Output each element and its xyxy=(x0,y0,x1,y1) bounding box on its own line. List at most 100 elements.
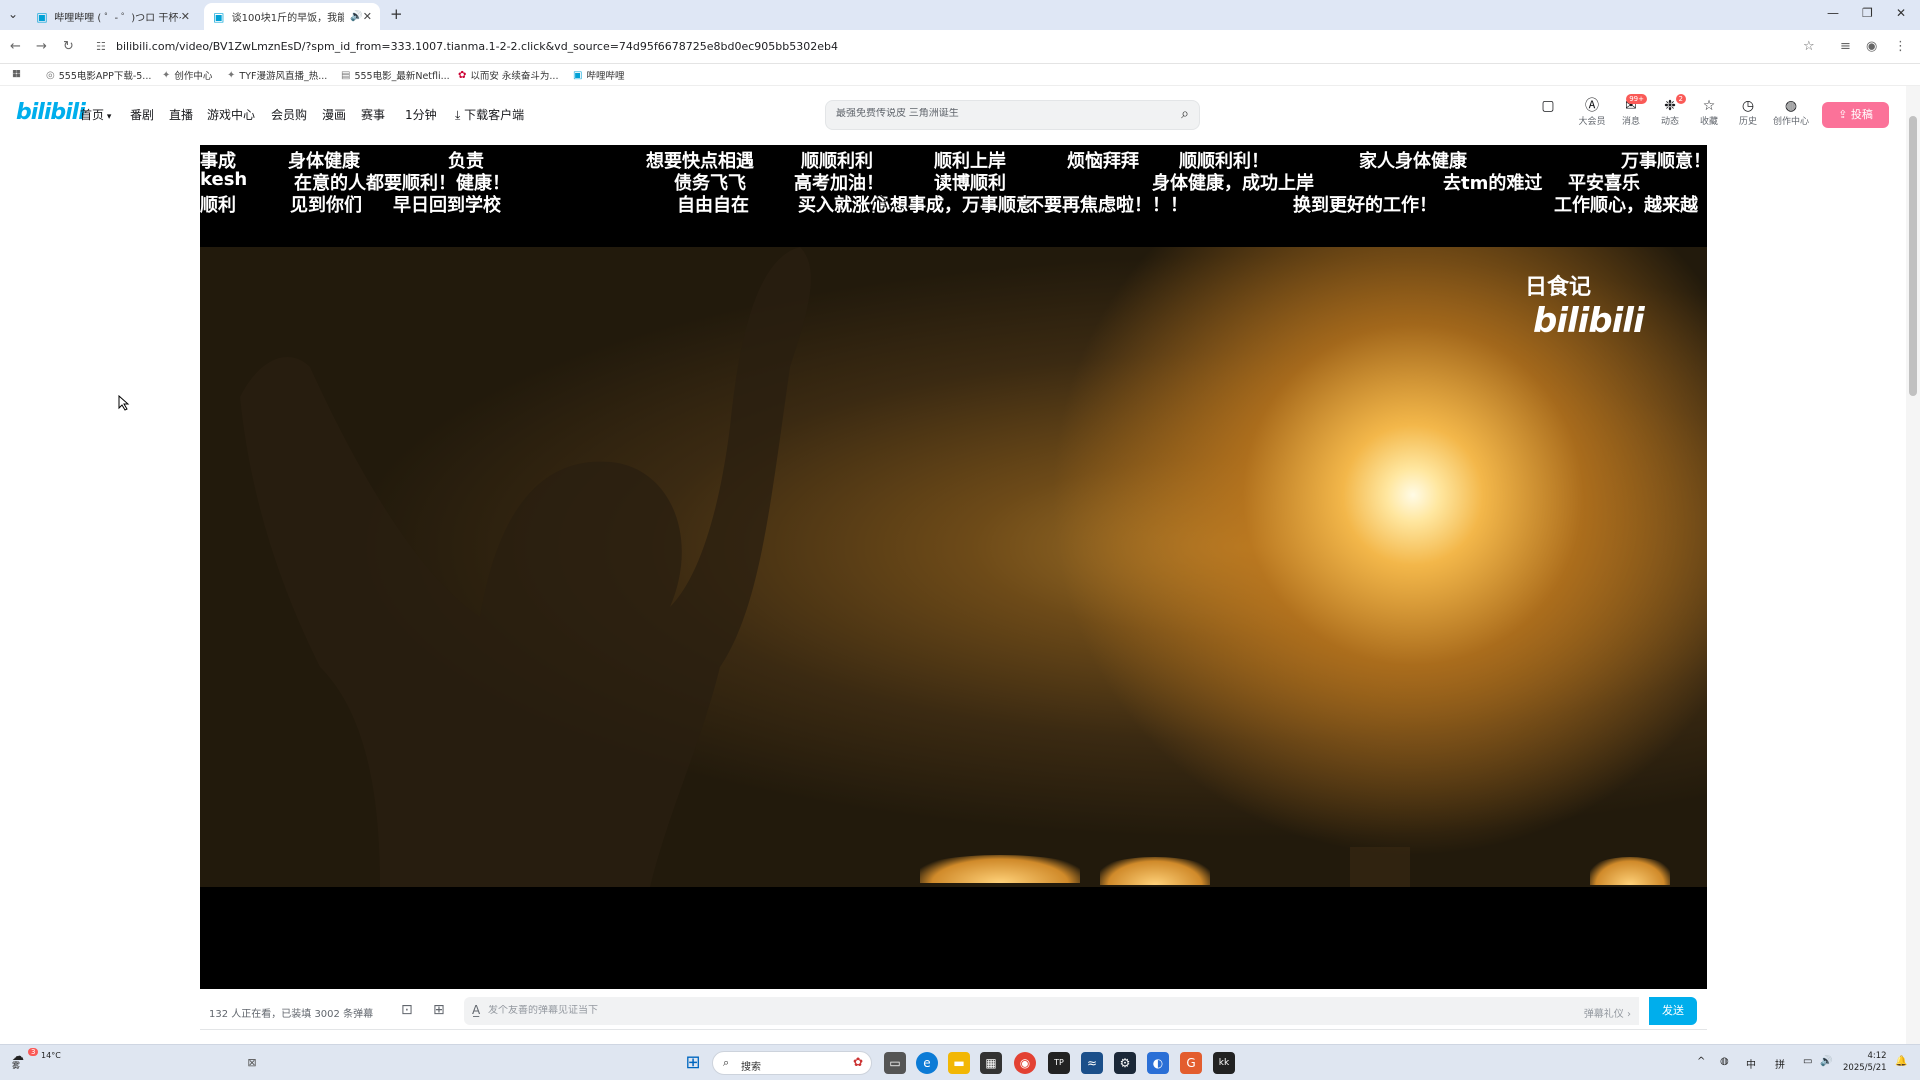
danmaku-input[interactable] xyxy=(488,1005,1348,1016)
browser-tab-bilibili-home[interactable]: ▣ 哔哩哔哩 ( ゜- ゜)つロ 干杯~-bi ✕ xyxy=(28,3,198,30)
ime-language-indicator[interactable]: 中 xyxy=(1746,1056,1756,1071)
profile-icon[interactable]: ◉ xyxy=(1866,39,1877,54)
star-icon: ☆ xyxy=(1702,98,1716,114)
menu-kebab-icon[interactable]: ⋮ xyxy=(1894,39,1907,54)
system-clock[interactable]: 4:12 2025/5/21 xyxy=(1843,1050,1887,1074)
header-favorites[interactable]: ☆ 收藏 xyxy=(1691,98,1727,127)
danmaku-etiquette-link[interactable]: 弹幕礼仪 › xyxy=(1584,1005,1631,1020)
tab-list-chevron-icon[interactable]: ⌄ xyxy=(8,7,18,21)
header-history[interactable]: ◷ 历史 xyxy=(1730,98,1766,127)
danmaku-comment[interactable]: 去tm的难过 xyxy=(1443,169,1542,195)
header-vip[interactable]: Ⓐ 大会员 xyxy=(1574,98,1610,127)
task-view-icon[interactable]: ▭ xyxy=(884,1052,906,1074)
file-explorer-icon[interactable]: ▬ xyxy=(948,1052,970,1074)
danmaku-comment[interactable]: 换到更好的工作！ xyxy=(1293,191,1437,217)
bookmark-item[interactable]: ✦ TYF漫游风直播_热... xyxy=(227,68,327,83)
nav-mall[interactable]: 会员购 xyxy=(271,106,307,123)
bookmark-item[interactable]: ▤ 555电影_最新Netfli... xyxy=(341,68,450,83)
restore-icon[interactable]: ❐ xyxy=(1862,6,1873,20)
browser-tab-video[interactable]: ▣ 谈100块1斤的早饭，我能 🔊 ✕ xyxy=(204,3,380,30)
reload-icon[interactable]: ↻ xyxy=(63,39,74,54)
ime-mode-indicator[interactable]: 拼 xyxy=(1775,1056,1785,1071)
danmaku-comment[interactable]: 心想事成，万事顺意 xyxy=(872,191,1034,217)
widgets-icon[interactable]: ⊠ xyxy=(241,1052,263,1074)
taskbar-search[interactable]: ⌕ 搜索 ✿ xyxy=(712,1051,872,1075)
upload-button[interactable]: ⇪ 投稿 xyxy=(1822,102,1889,128)
bookmark-star-icon[interactable]: ☆ xyxy=(1803,39,1815,54)
site-info-icon[interactable]: ☷ xyxy=(96,40,106,53)
search-icon[interactable]: ⌕ xyxy=(1181,106,1189,122)
close-icon[interactable]: ✕ xyxy=(363,10,372,23)
video-player[interactable]: 日食记bilibili 事成 身体健康 负责 想要快点相遇 顺顺利利 顺利上岸 烦恼拜拜 顺顺… xyxy=(200,145,1707,989)
store-icon[interactable]: ▦ xyxy=(980,1052,1002,1074)
danmaku-comment[interactable]: kesh xyxy=(200,169,247,190)
edge-icon[interactable]: e xyxy=(916,1052,938,1074)
speaker-icon[interactable]: 🔊 xyxy=(350,11,362,22)
nav-one-minute[interactable]: 1分钟 xyxy=(405,106,437,123)
message-badge: 99+ xyxy=(1626,94,1647,104)
avatar[interactable]: ▢ xyxy=(1530,98,1566,114)
bookmark-item[interactable]: ◎ 555电影APP下载-5... xyxy=(46,68,151,83)
header-messages[interactable]: ✉ 消息 99+ xyxy=(1613,94,1649,127)
channel-watermark: 日食记bilibili xyxy=(1525,269,1707,341)
tray-app-icon[interactable]: ◍ xyxy=(1720,1056,1729,1067)
bookmark-item[interactable]: ✦ 创作中心 xyxy=(162,68,212,83)
url-text[interactable]: bilibili.com/video/BV1ZwLmznEsD/?spm_id_… xyxy=(116,40,838,53)
network-icon[interactable]: ▭ xyxy=(1803,1056,1812,1067)
danmaku-settings-icon[interactable]: ⊞ xyxy=(433,1002,445,1018)
new-tab-button[interactable]: + xyxy=(390,5,403,23)
minimize-icon[interactable]: — xyxy=(1827,6,1839,20)
browser-tab-bar: ⌄ ▣ 哔哩哔哩 ( ゜- ゜)つロ 干杯~-bi ✕ ▣ 谈100块1斤的早饭… xyxy=(0,0,1920,30)
watermark-text: 日食记 xyxy=(1525,275,1592,300)
font-style-icon[interactable]: A̲ xyxy=(472,1003,480,1017)
app-icon[interactable]: ≈ xyxy=(1081,1052,1103,1074)
media-control-icon[interactable]: ≡ xyxy=(1840,39,1851,54)
danmaku-comment[interactable]: 见到你们 xyxy=(290,191,362,217)
steam-icon[interactable]: ⚙ xyxy=(1114,1052,1136,1074)
windows-start-icon[interactable]: ⊞ xyxy=(682,1052,704,1074)
apps-grid-icon[interactable]: ▦ xyxy=(12,68,21,79)
window-close-icon[interactable]: ✕ xyxy=(1896,6,1906,20)
bilibili-tv-icon: ▣ xyxy=(573,69,583,81)
danmaku-comment[interactable]: 顺利 xyxy=(200,191,236,217)
nav-manga[interactable]: 漫画 xyxy=(322,106,346,123)
bilibili-logo[interactable]: bilibili xyxy=(16,100,86,125)
danmaku-comment[interactable]: 自由自在 xyxy=(677,191,749,217)
page-scrollbar[interactable] xyxy=(1906,86,1920,1044)
danmaku-comment[interactable]: 烦恼拜拜 xyxy=(1067,147,1139,173)
nav-anime[interactable]: 番剧 xyxy=(130,106,154,123)
danmaku-comment[interactable]: 不要再焦虑啦！！！ xyxy=(1026,191,1188,217)
nav-download-client[interactable]: ⤓ 下载客户端 xyxy=(455,106,524,123)
nav-live[interactable]: 直播 xyxy=(169,106,193,123)
tray-overflow-icon[interactable]: ^ xyxy=(1697,1056,1705,1067)
scrollbar-thumb[interactable] xyxy=(1909,116,1917,396)
chrome-icon[interactable]: ◉ xyxy=(1014,1052,1036,1074)
danmaku-comment[interactable]: 早日回到学校 xyxy=(393,191,501,217)
tp-app-icon[interactable]: TP xyxy=(1048,1052,1070,1074)
nav-esports[interactable]: 赛事 xyxy=(361,106,385,123)
weather-icon: ☁ xyxy=(12,1049,24,1063)
danmaku-toggle-icon[interactable]: ⊡ xyxy=(401,1002,413,1018)
nav-home[interactable]: 首页 ▾ xyxy=(80,106,111,123)
viewer-count: 132 人正在看，已装填 3002 条弹幕 xyxy=(209,1009,374,1020)
forward-icon[interactable]: → xyxy=(36,39,47,54)
danmaku-comment[interactable]: 工作顺心，越来越 xyxy=(1554,191,1698,217)
weather-widget[interactable]: ☁ 3 14°C 雾 xyxy=(12,1048,61,1071)
avatar-image-icon: ▢ xyxy=(1541,98,1555,114)
danmaku-send-button[interactable]: 发送 xyxy=(1649,997,1697,1025)
kk-app-icon[interactable]: kk xyxy=(1213,1052,1235,1074)
app-icon[interactable]: ◐ xyxy=(1147,1052,1169,1074)
nav-game-center[interactable]: 游戏中心 xyxy=(207,106,255,123)
bookmark-label: 以而安 永续奋斗为... xyxy=(470,71,559,82)
close-icon[interactable]: ✕ xyxy=(181,10,190,23)
header-creator-center[interactable]: ◍ 创作中心 xyxy=(1770,98,1812,127)
app-icon[interactable]: G xyxy=(1180,1052,1202,1074)
notification-icon[interactable]: 🔔 xyxy=(1895,1056,1907,1067)
search-input[interactable] xyxy=(836,108,1156,119)
bookmark-item[interactable]: ▣ 哔哩哔哩 xyxy=(573,68,624,83)
volume-icon[interactable]: 🔊 xyxy=(1820,1056,1832,1067)
header-dynamics[interactable]: ❉ 动态 2 xyxy=(1652,94,1688,127)
bookmark-item[interactable]: ✿ 以而安 永续奋斗为... xyxy=(458,68,559,83)
back-icon[interactable]: ← xyxy=(10,39,21,54)
weather-temp: 14°C xyxy=(41,1051,61,1060)
